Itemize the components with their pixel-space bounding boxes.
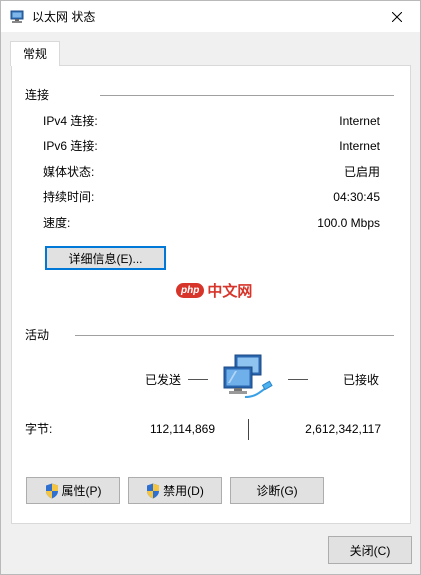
close-button-label: 关闭(C)	[349, 543, 391, 558]
properties-button[interactable]: 属性(P)	[26, 477, 120, 504]
received-line	[288, 379, 308, 380]
section-activity-divider	[75, 335, 394, 336]
tab-general-label: 常规	[22, 47, 47, 61]
watermark-badge: php	[176, 283, 205, 298]
network-adapter-icon	[10, 10, 24, 23]
media-state-label: 媒体状态:	[43, 165, 95, 179]
bytes-separator	[248, 419, 249, 440]
speed-label: 速度:	[43, 216, 71, 230]
window-title: 以太网 状态	[32, 10, 96, 24]
sent-line	[188, 379, 208, 380]
network-computers-icon	[223, 354, 273, 398]
duration-label: 持续时间:	[43, 190, 95, 204]
details-button[interactable]: 详细信息(E)...	[45, 246, 166, 270]
ethernet-status-dialog: 以太网 状态 常规 连接 IPv4 连接: Internet IPv6 连接: …	[0, 0, 421, 575]
watermark-logo: php 中文网	[176, 280, 252, 301]
section-connection-title: 连接	[25, 88, 50, 102]
sent-label: 已发送	[145, 373, 182, 387]
uac-shield-icon	[147, 483, 160, 498]
ipv6-label: IPv6 连接:	[43, 139, 98, 153]
disable-button-label: 禁用(D)	[163, 484, 204, 498]
ipv4-label: IPv4 连接:	[43, 114, 98, 128]
bytes-received-value: 2,612,342,117	[305, 422, 381, 436]
ipv4-value: Internet	[339, 114, 380, 128]
title-bar: 以太网 状态	[1, 1, 420, 32]
details-button-label: 详细信息(E)...	[68, 251, 143, 266]
watermark-text: 中文网	[207, 283, 253, 300]
speed-value: 100.0 Mbps	[317, 216, 380, 230]
duration-value: 04:30:45	[333, 190, 380, 204]
properties-button-label: 属性(P)	[61, 484, 102, 498]
close-button[interactable]: 关闭(C)	[328, 536, 412, 564]
received-label: 已接收	[343, 373, 380, 387]
uac-shield-icon	[45, 483, 58, 498]
close-window-button[interactable]	[374, 1, 420, 32]
close-icon	[392, 11, 402, 22]
bytes-sent-value: 112,114,869	[150, 422, 215, 436]
diagnose-button-label: 诊断(G)	[256, 484, 298, 498]
section-connection-divider	[100, 95, 394, 96]
diagnose-button[interactable]: 诊断(G)	[230, 477, 324, 504]
ipv6-value: Internet	[339, 139, 380, 153]
section-activity-title: 活动	[25, 328, 50, 342]
tab-general[interactable]: 常规	[10, 41, 60, 66]
media-state-value: 已启用	[343, 165, 380, 179]
disable-button[interactable]: 禁用(D)	[128, 477, 222, 504]
bytes-label: 字节:	[25, 422, 53, 436]
